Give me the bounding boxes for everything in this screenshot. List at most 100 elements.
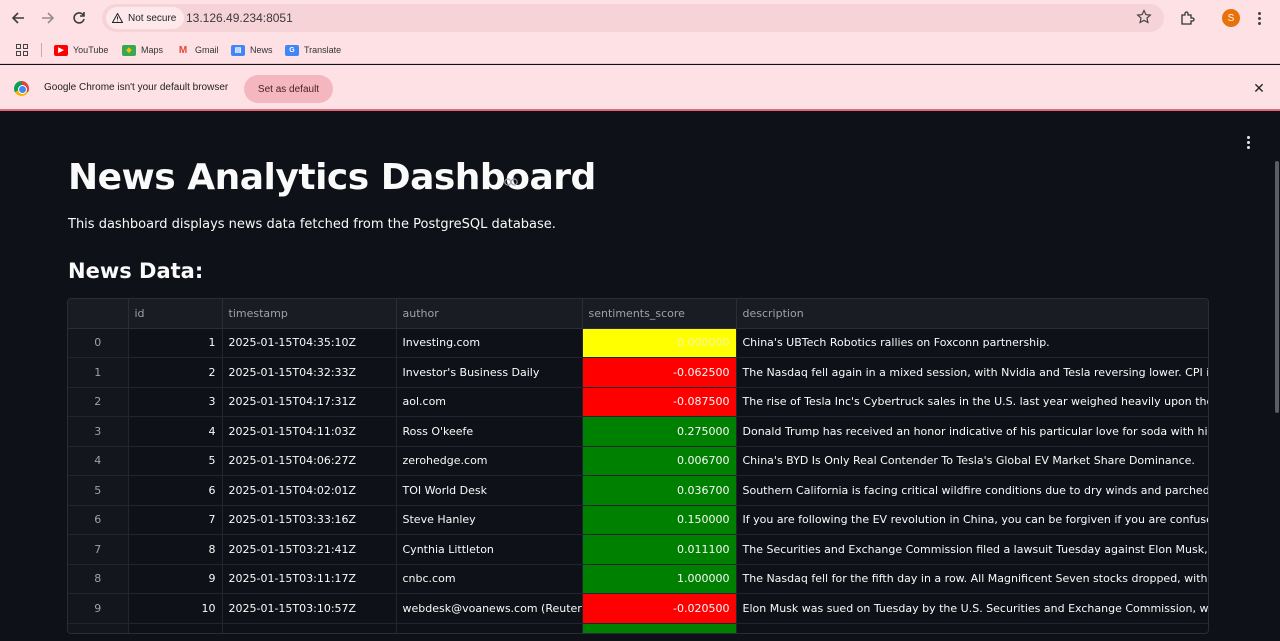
row-index-cell[interactable]: 9 [68, 593, 129, 624]
sentiment-score-cell[interactable]: -0.087500 [582, 387, 737, 417]
forward-button[interactable] [37, 7, 59, 29]
timestamp-cell[interactable]: 2025-01-15T04:32:33Z [222, 357, 397, 388]
sentiment-score-cell[interactable]: 0.275000 [582, 416, 737, 447]
timestamp-column-header[interactable]: timestamp [222, 299, 397, 329]
author-cell[interactable]: cnbc.com [396, 564, 583, 594]
table-row[interactable]: 6 7 2025-01-15T03:33:16Z Steve Hanley 0.1500… [68, 505, 1208, 535]
sentiment-score-cell[interactable]: 0.000000 [582, 328, 737, 358]
id-cell[interactable]: 10 [128, 593, 223, 624]
row-index-cell[interactable]: 5 [68, 475, 129, 506]
id-cell[interactable]: 2 [128, 357, 223, 388]
author-cell[interactable]: Steve Hanley [396, 505, 583, 535]
bookmark-gmail[interactable]: M Gmail [176, 42, 219, 58]
row-index-cell[interactable]: 2 [68, 387, 129, 417]
id-cell[interactable]: 8 [128, 534, 223, 565]
author-cell[interactable]: zerohedge.com [396, 446, 583, 476]
table-row[interactable]: 3 4 2025-01-15T04:11:03Z Ross O'keefe 0.2750… [68, 416, 1208, 447]
security-chip[interactable]: Not secure [106, 7, 185, 29]
id-cell[interactable]: 1 [128, 328, 223, 358]
author-cell[interactable]: Investor's Business Daily [396, 357, 583, 388]
id-cell[interactable]: 7 [128, 505, 223, 535]
id-cell[interactable] [128, 623, 223, 633]
bookmark-translate[interactable]: G Translate [285, 42, 341, 58]
extensions-icon[interactable] [1176, 7, 1198, 29]
id-cell[interactable]: 4 [128, 416, 223, 447]
description-column-header[interactable]: description [736, 299, 1208, 329]
sentiment-score-cell[interactable]: 0.006700 [582, 446, 737, 476]
bookmark-maps[interactable]: ◆ Maps [122, 42, 163, 58]
news-data-table[interactable]: id timestamp author sentiments_score descrip… [67, 298, 1209, 634]
apps-grid-icon[interactable] [16, 44, 28, 56]
address-bar[interactable]: Not secure 13.126.49.234:8051 [102, 4, 1164, 32]
timestamp-cell[interactable]: 2025-01-15T04:17:31Z [222, 387, 397, 417]
table-row[interactable]: 4 5 2025-01-15T04:06:27Z zerohedge.com 0.006… [68, 446, 1208, 476]
main-menu-icon[interactable] [1243, 135, 1253, 149]
url-text[interactable]: 13.126.49.234:8051 [186, 11, 293, 25]
sentiment-score-cell[interactable]: -0.020500 [582, 593, 737, 624]
sentiment-score-cell[interactable] [582, 623, 737, 633]
timestamp-cell[interactable] [222, 623, 397, 633]
table-row[interactable]: 5 6 2025-01-15T04:02:01Z TOI World Desk 0.03… [68, 475, 1208, 506]
author-column-header[interactable]: author [396, 299, 583, 329]
description-cell[interactable]: Southern California is facing critical w… [736, 475, 1208, 506]
row-index-cell[interactable]: 0 [68, 328, 129, 358]
table-row[interactable] [68, 623, 1208, 633]
description-cell[interactable]: If you are following the EV revolution i… [736, 505, 1208, 535]
profile-avatar[interactable]: S [1222, 9, 1240, 27]
description-cell[interactable]: The rise of Tesla Inc's Cybertruck sales… [736, 387, 1208, 417]
timestamp-cell[interactable]: 2025-01-15T04:11:03Z [222, 416, 397, 447]
sentiment-score-cell[interactable]: -0.062500 [582, 357, 737, 388]
timestamp-cell[interactable]: 2025-01-15T03:33:16Z [222, 505, 397, 535]
timestamp-cell[interactable]: 2025-01-15T04:06:27Z [222, 446, 397, 476]
table-row[interactable]: 2 3 2025-01-15T04:17:31Z aol.com -0.087500 Th… [68, 387, 1208, 417]
description-cell[interactable]: The Securities and Exchange Commission f… [736, 534, 1208, 565]
author-cell[interactable]: Ross O'keefe [396, 416, 583, 447]
description-cell[interactable]: China's UBTech Robotics rallies on Foxco… [736, 328, 1208, 358]
back-button[interactable] [7, 7, 29, 29]
sentiments-score-column-header[interactable]: sentiments_score [582, 299, 737, 329]
scrollbar[interactable] [1275, 161, 1279, 413]
timestamp-cell[interactable]: 2025-01-15T03:11:17Z [222, 564, 397, 594]
description-cell[interactable]: China's BYD Is Only Real Contender To Te… [736, 446, 1208, 476]
bookmark-star-icon[interactable] [1136, 9, 1152, 25]
row-index-cell[interactable]: 6 [68, 505, 129, 535]
author-cell[interactable]: Investing.com [396, 328, 583, 358]
table-row[interactable]: 8 9 2025-01-15T03:11:17Z cnbc.com 1.000000 Th… [68, 564, 1208, 594]
sentiment-score-cell[interactable]: 0.150000 [582, 505, 737, 535]
row-index-cell[interactable] [68, 623, 129, 633]
description-cell[interactable] [736, 623, 1208, 633]
timestamp-cell[interactable]: 2025-01-15T04:35:10Z [222, 328, 397, 358]
close-icon[interactable]: ✕ [1250, 79, 1268, 97]
author-cell[interactable]: TOI World Desk [396, 475, 583, 506]
author-cell[interactable]: Cynthia Littleton [396, 534, 583, 565]
id-column-header[interactable]: id [128, 299, 223, 329]
set-as-default-button[interactable]: Set as default [244, 75, 333, 103]
description-cell[interactable]: Elon Musk was sued on Tuesday by the U.S… [736, 593, 1208, 624]
row-index-cell[interactable]: 7 [68, 534, 129, 565]
timestamp-cell[interactable]: 2025-01-15T03:21:41Z [222, 534, 397, 565]
chrome-menu-icon[interactable] [1252, 7, 1266, 29]
description-cell[interactable]: The Nasdaq fell for the fifth day in a r… [736, 564, 1208, 594]
bookmark-news[interactable]: ▤ News [231, 42, 273, 58]
table-row[interactable]: 9 10 2025-01-15T03:10:57Z webdesk@voanews.c… [68, 593, 1208, 624]
table-row[interactable]: 1 2 2025-01-15T04:32:33Z Investor's Busines… [68, 357, 1208, 388]
sentiment-score-cell[interactable]: 0.011100 [582, 534, 737, 565]
description-cell[interactable]: The Nasdaq fell again in a mixed session… [736, 357, 1208, 388]
table-row[interactable]: 0 1 2025-01-15T04:35:10Z Investing.com 0.000… [68, 328, 1208, 358]
description-cell[interactable]: Donald Trump has received an honor indic… [736, 416, 1208, 447]
reload-button[interactable] [68, 7, 90, 29]
id-cell[interactable]: 9 [128, 564, 223, 594]
timestamp-cell[interactable]: 2025-01-15T04:02:01Z [222, 475, 397, 506]
author-cell[interactable]: webdesk@voanews.com (Reuters) [396, 593, 583, 624]
row-index-cell[interactable]: 8 [68, 564, 129, 594]
bookmark-youtube[interactable]: ▶ YouTube [54, 42, 108, 58]
id-cell[interactable]: 3 [128, 387, 223, 417]
author-cell[interactable] [396, 623, 583, 633]
anchor-link-icon[interactable] [504, 177, 518, 187]
timestamp-cell[interactable]: 2025-01-15T03:10:57Z [222, 593, 397, 624]
id-cell[interactable]: 6 [128, 475, 223, 506]
id-cell[interactable]: 5 [128, 446, 223, 476]
sentiment-score-cell[interactable]: 0.036700 [582, 475, 737, 506]
row-index-cell[interactable]: 1 [68, 357, 129, 388]
sentiment-score-cell[interactable]: 1.000000 [582, 564, 737, 594]
